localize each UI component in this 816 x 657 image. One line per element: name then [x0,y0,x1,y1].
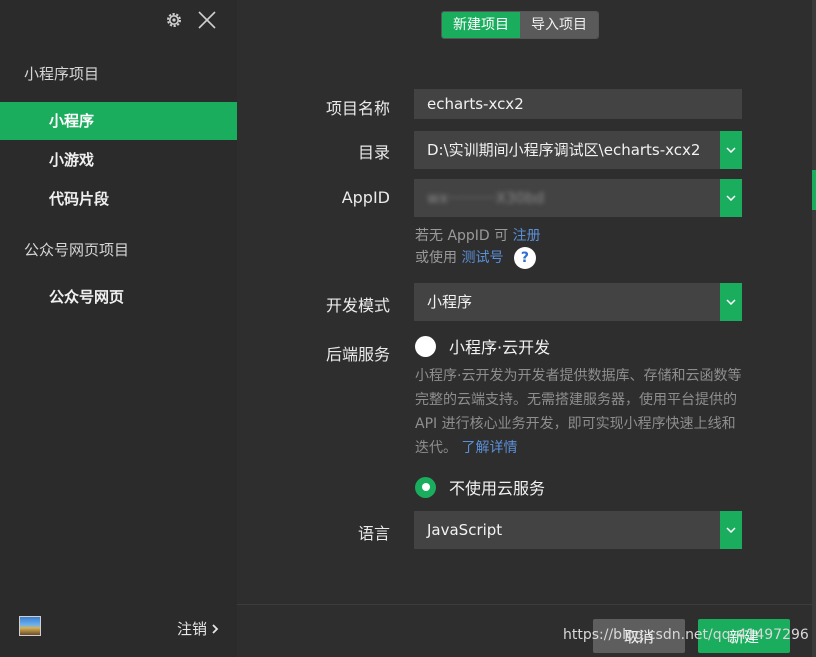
sidebar: 小程序项目 小程序 小游戏 代码片段 公众号网页项目 公众号网页 注销 [0,0,237,657]
cloud-dev-label: 小程序·云开发 [449,338,551,357]
appid-value: wx··········X30bd [427,189,545,207]
test-account-link[interactable]: 测试号 [461,250,503,266]
learn-more-link[interactable]: 了解详情 [461,440,517,456]
language-label: 语言 [357,524,390,543]
project-tabs: 新建项目 导入项目 [441,11,599,39]
project-name-value: echarts-xcx2 [427,95,524,113]
cancel-button[interactable]: 取消 [593,619,685,653]
language-select[interactable]: JavaScript [414,511,742,549]
chevron-down-icon[interactable] [720,511,742,549]
dev-mode-select[interactable]: 小程序 [414,283,742,321]
chevron-down-icon[interactable] [720,179,742,217]
sidebar-top-icons [164,9,218,31]
no-cloud-radio[interactable]: 不使用云服务 [415,475,545,499]
logout-button[interactable]: 注销 [177,618,219,639]
sidebar-item-miniprogram[interactable]: 小程序 [0,102,237,140]
section-title-official-account: 公众号网页项目 [24,241,130,259]
directory-select[interactable]: D:\实训期间小程序调试区\echarts-xcx2 [414,131,742,169]
no-cloud-label: 不使用云服务 [449,479,546,498]
close-icon[interactable] [196,9,218,31]
register-link[interactable]: 注册 [513,228,541,244]
backend-service-label: 后端服务 [325,345,390,364]
test-account-hint-text: 或使用 [415,250,457,266]
create-button[interactable]: 新建 [698,619,790,653]
logout-label: 注销 [176,620,207,638]
scrollbar[interactable] [812,0,816,657]
project-name-label: 项目名称 [325,99,390,118]
chevron-down-icon[interactable] [720,283,742,321]
cloud-dev-description: 小程序·云开发为开发者提供数据库、存储和云函数等完整的云端支持。无需搭建服务器，… [415,364,745,460]
footer-bar: 取消 新建 [237,604,816,657]
sidebar-item-code-snippet[interactable]: 代码片段 [0,180,237,218]
appid-hint-text: 若无 AppID 可 [415,228,509,244]
gear-icon[interactable] [164,10,184,30]
dev-mode-label: 开发模式 [325,296,390,315]
cloud-dev-radio[interactable]: 小程序·云开发 [415,334,550,358]
chevron-right-icon [211,620,219,638]
language-value: JavaScript [427,521,503,539]
sidebar-item-minigame[interactable]: 小游戏 [0,141,237,179]
help-icon[interactable]: ? [513,247,536,269]
directory-value: D:\实训期间小程序调试区\echarts-xcx2 [427,141,701,159]
radio-checked-icon[interactable] [415,476,436,498]
tab-new-project[interactable]: 新建项目 [442,12,520,38]
main-panel: 新建项目 导入项目 项目名称 echarts-xcx2 目录 D:\实训期间小程… [237,0,816,657]
chevron-down-icon[interactable] [720,131,742,169]
project-name-input[interactable]: echarts-xcx2 [414,89,742,119]
appid-register-hint: 若无 AppID 可 注册 [415,225,541,245]
radio-unchecked-icon[interactable] [415,335,436,357]
appid-select[interactable]: wx··········X30bd [414,179,742,217]
directory-label: 目录 [357,143,390,162]
dev-mode-value: 小程序 [427,293,473,311]
tab-import-project[interactable]: 导入项目 [520,12,598,38]
scrollbar-thumb[interactable] [812,170,816,210]
avatar[interactable] [19,616,41,636]
section-title-miniprogram: 小程序项目 [24,65,100,83]
test-account-hint: 或使用 测试号 ? [415,247,536,269]
sidebar-footer: 注销 [0,607,237,657]
sidebar-item-official-webpage[interactable]: 公众号网页 [0,278,237,316]
appid-label: AppID [341,188,390,207]
